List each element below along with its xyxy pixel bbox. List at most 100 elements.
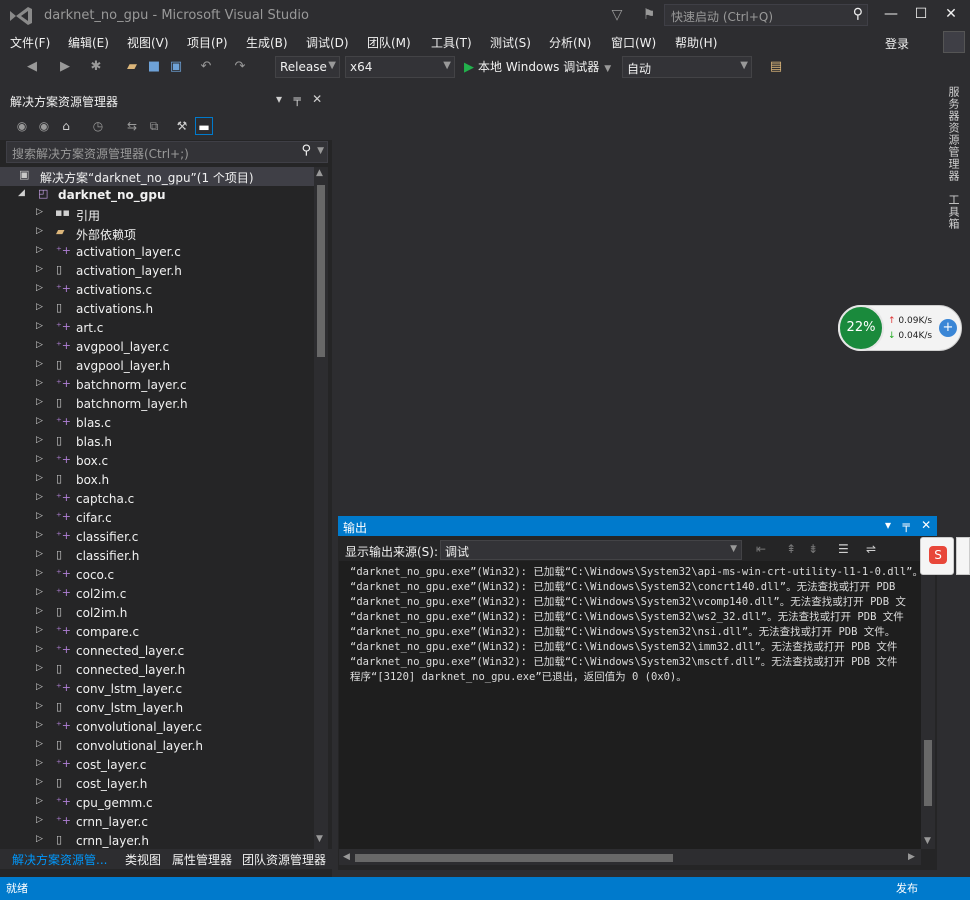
next-message-icon[interactable]: ⇟	[808, 542, 818, 556]
scroll-down-icon[interactable]: ▼	[924, 836, 931, 846]
menu-analyze[interactable]: 分析(N)	[549, 34, 591, 51]
tree-file-node[interactable]: ▷ ▯ batchnorm_layer.h	[0, 395, 314, 414]
tree-file-node[interactable]: ▷ ⁺+ connected_layer.c	[0, 642, 314, 661]
collapsed-arrow-icon[interactable]: ▷	[36, 530, 43, 540]
tree-file-node[interactable]: ▷ ⁺+ conv_lstm_layer.c	[0, 680, 314, 699]
tab-team-explorer[interactable]: 团队资源管理器	[242, 851, 326, 868]
scroll-up-icon[interactable]: ▲	[316, 168, 323, 178]
collapsed-arrow-icon[interactable]: ▷	[36, 834, 43, 844]
collapsed-arrow-icon[interactable]: ▷	[36, 549, 43, 559]
tree-file-node[interactable]: ▷ ▯ blas.h	[0, 433, 314, 452]
tree-references-node[interactable]: ▷ ▪▪ 引用	[0, 205, 314, 224]
collapsed-arrow-icon[interactable]: ▷	[36, 796, 43, 806]
tree-file-node[interactable]: ▷ ▯ cost_layer.h	[0, 775, 314, 794]
tree-file-node[interactable]: ▷ ⁺+ cpu_gemm.c	[0, 794, 314, 813]
toggle-word-wrap-icon[interactable]: ⇌	[866, 542, 876, 556]
collapsed-arrow-icon[interactable]: ▷	[36, 492, 43, 502]
pin-icon[interactable]: ╤	[902, 518, 909, 532]
scrollbar-thumb[interactable]	[924, 740, 932, 806]
tree-file-node[interactable]: ▷ ⁺+ compare.c	[0, 623, 314, 642]
collapsed-arrow-icon[interactable]: ▷	[36, 815, 43, 825]
tree-file-node[interactable]: ▷ ▯ activation_layer.h	[0, 262, 314, 281]
tree-file-node[interactable]: ▷ ⁺+ captcha.c	[0, 490, 314, 509]
menu-file[interactable]: 文件(F)	[10, 34, 50, 51]
feedback-filter-icon[interactable]: ▽	[606, 4, 628, 26]
minimize-button[interactable]: —	[876, 4, 906, 26]
panel-menu-icon[interactable]: ▾	[276, 92, 282, 106]
collapsed-arrow-icon[interactable]: ▷	[36, 359, 43, 369]
accelerate-plus-icon[interactable]: +	[939, 319, 957, 337]
tree-file-node[interactable]: ▷ ▯ box.h	[0, 471, 314, 490]
publish-status[interactable]: 发布	[896, 880, 918, 896]
tree-file-node[interactable]: ▷ ⁺+ activation_layer.c	[0, 243, 314, 262]
expanded-arrow-icon[interactable]: ◢	[18, 188, 25, 198]
find-in-files-icon[interactable]: ▤	[766, 57, 786, 77]
collapsed-arrow-icon[interactable]: ▷	[36, 245, 43, 255]
previous-message-icon[interactable]: ⇞	[786, 542, 796, 556]
close-panel-icon[interactable]: ✕	[921, 518, 931, 532]
collapsed-arrow-icon[interactable]: ▷	[36, 758, 43, 768]
tab-property-manager[interactable]: 属性管理器	[172, 851, 232, 868]
menu-window[interactable]: 窗口(W)	[611, 34, 656, 51]
solution-search-input[interactable]: 搜索解决方案资源管理器(Ctrl+;) ⚲ ▼	[6, 141, 328, 163]
notifications-icon[interactable]: ⚑	[638, 4, 660, 26]
sync-active-document-icon[interactable]: ⇆	[123, 117, 141, 135]
new-project-icon[interactable]: ✱	[86, 57, 106, 77]
tree-file-node[interactable]: ▷ ▯ avgpool_layer.h	[0, 357, 314, 376]
tab-class-view[interactable]: 类视图	[125, 851, 161, 868]
tree-file-node[interactable]: ▷ ▯ convolutional_layer.h	[0, 737, 314, 756]
navigate-back-icon[interactable]: ◀	[22, 57, 42, 77]
menu-view[interactable]: 视图(V)	[127, 34, 169, 51]
start-debugging-button[interactable]: ▶ 本地 Windows 调试器 ▼	[464, 58, 611, 75]
collapsed-arrow-icon[interactable]: ▷	[36, 473, 43, 483]
close-button[interactable]: ✕	[936, 4, 966, 26]
tree-project-node[interactable]: ◢ ◰ darknet_no_gpu	[0, 186, 314, 205]
configuration-dropdown[interactable]: Release ▼	[275, 56, 340, 78]
menu-test[interactable]: 测试(S)	[490, 34, 531, 51]
panel-menu-icon[interactable]: ▾	[885, 518, 891, 532]
scrollbar-thumb[interactable]	[317, 185, 325, 357]
close-panel-icon[interactable]: ✕	[312, 92, 322, 106]
home-icon[interactable]: ⌂	[57, 117, 75, 135]
collapsed-arrow-icon[interactable]: ▷	[36, 226, 43, 236]
collapsed-arrow-icon[interactable]: ▷	[36, 701, 43, 711]
tree-file-node[interactable]: ▷ ⁺+ cifar.c	[0, 509, 314, 528]
tree-file-node[interactable]: ▷ ⁺+ activations.c	[0, 281, 314, 300]
menu-debug[interactable]: 调试(D)	[306, 34, 349, 51]
tree-file-node[interactable]: ▷ ⁺+ avgpool_layer.c	[0, 338, 314, 357]
ime-toolbar-extra[interactable]	[956, 537, 970, 575]
tree-file-node[interactable]: ▷ ▯ connected_layer.h	[0, 661, 314, 680]
output-source-dropdown[interactable]: 调试 ▼	[440, 540, 742, 560]
collapsed-arrow-icon[interactable]: ▷	[36, 625, 43, 635]
collapsed-arrow-icon[interactable]: ▷	[36, 644, 43, 654]
collapsed-arrow-icon[interactable]: ▷	[36, 587, 43, 597]
menu-project[interactable]: 项目(P)	[187, 34, 228, 51]
pin-icon[interactable]: ╤	[293, 92, 300, 106]
menu-team[interactable]: 团队(M)	[367, 34, 411, 51]
tree-file-node[interactable]: ▷ ⁺+ convolutional_layer.c	[0, 718, 314, 737]
collapsed-arrow-icon[interactable]: ▷	[36, 682, 43, 692]
collapsed-arrow-icon[interactable]: ▷	[36, 511, 43, 521]
collapsed-arrow-icon[interactable]: ▷	[36, 454, 43, 464]
pending-changes-filter-icon[interactable]: ◷	[89, 117, 107, 135]
tab-solution-explorer[interactable]: 解决方案资源管...	[12, 851, 107, 868]
server-explorer-tab[interactable]: 服务器资源管理器	[945, 86, 961, 182]
collapsed-arrow-icon[interactable]: ▷	[36, 302, 43, 312]
redo-icon[interactable]: ↷	[230, 57, 250, 77]
collapsed-arrow-icon[interactable]: ▷	[36, 720, 43, 730]
tree-external-deps-node[interactable]: ▷ ▰ 外部依赖项	[0, 224, 314, 243]
save-icon[interactable]: ■	[144, 57, 164, 77]
navigate-forward-icon[interactable]: ▶	[55, 57, 75, 77]
open-file-icon[interactable]: ▰	[122, 57, 142, 77]
tree-file-node[interactable]: ▷ ▯ col2im.h	[0, 604, 314, 623]
tree-file-node[interactable]: ▷ ⁺+ cost_layer.c	[0, 756, 314, 775]
tree-file-node[interactable]: ▷ ⁺+ coco.c	[0, 566, 314, 585]
scroll-down-icon[interactable]: ▼	[316, 834, 323, 844]
quick-launch-input[interactable]: 快速启动 (Ctrl+Q) ⚲	[664, 4, 868, 26]
platform-dropdown[interactable]: x64 ▼	[345, 56, 455, 78]
collapsed-arrow-icon[interactable]: ▷	[36, 207, 43, 217]
collapsed-arrow-icon[interactable]: ▷	[36, 321, 43, 331]
collapsed-arrow-icon[interactable]: ▷	[36, 264, 43, 274]
find-message-icon[interactable]: ⇤	[756, 542, 766, 556]
tree-file-node[interactable]: ▷ ⁺+ art.c	[0, 319, 314, 338]
